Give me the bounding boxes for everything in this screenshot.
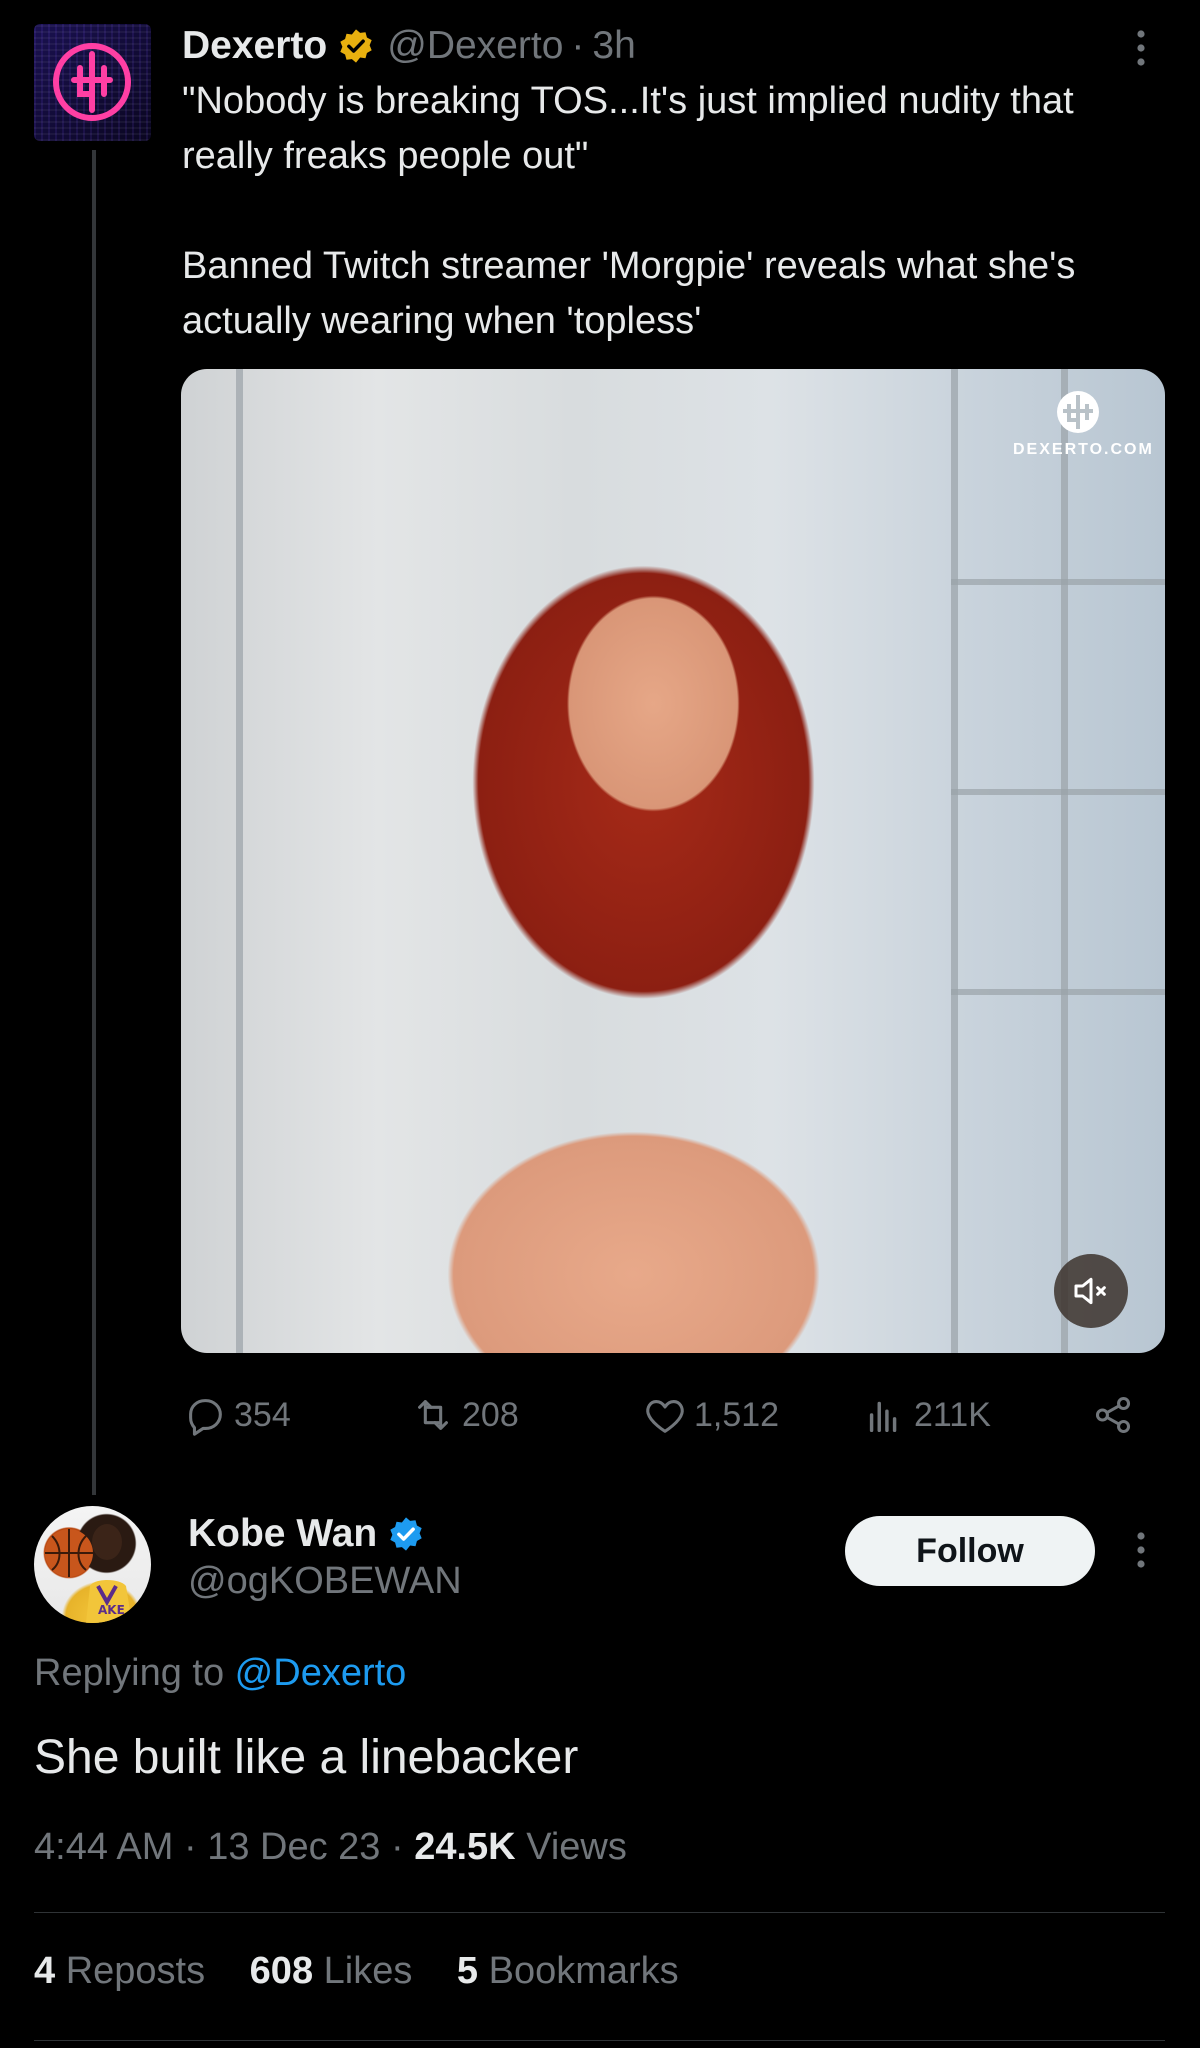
reposts-stat[interactable]: 4 Reposts bbox=[34, 1950, 216, 1992]
reply-action[interactable]: 354 bbox=[182, 1385, 291, 1445]
like-action[interactable]: 1,512 bbox=[642, 1385, 779, 1445]
more-options-icon[interactable] bbox=[1126, 26, 1156, 70]
bookmarks-stat[interactable]: 5 Bookmarks bbox=[457, 1950, 679, 1992]
divider bbox=[34, 1912, 1165, 1913]
tweet-video[interactable]: DEXERTO.COM bbox=[181, 369, 1165, 1353]
reply-meta: 4:44 AM · 13 Dec 23 · 24.5K Views bbox=[34, 1826, 627, 1869]
share-action[interactable] bbox=[1090, 1385, 1142, 1445]
separator-dot: · bbox=[571, 24, 585, 67]
dexerto-watermark-logo-icon bbox=[1057, 391, 1099, 433]
thread-line bbox=[92, 150, 96, 1495]
heart-icon bbox=[646, 1400, 684, 1433]
reply-icon bbox=[189, 1399, 222, 1436]
replying-to-line: Replying to @Dexerto bbox=[34, 1652, 406, 1695]
likes-label: Likes bbox=[323, 1950, 413, 1992]
reply-more-options-icon[interactable] bbox=[1126, 1528, 1156, 1572]
likes-count: 608 bbox=[249, 1950, 314, 1992]
reposts-count: 4 bbox=[34, 1950, 56, 1992]
tweet-action-bar: 354 208 1,512 211K bbox=[182, 1385, 1142, 1445]
reply-views-label: Views bbox=[526, 1826, 627, 1868]
repost-count: 208 bbox=[462, 1395, 519, 1434]
parent-timestamp[interactable]: 3h bbox=[592, 24, 635, 68]
separator-dot: · bbox=[391, 1826, 404, 1868]
avatar-basketball-player-icon: AKE bbox=[45, 1524, 132, 1623]
watermark-text: DEXERTO.COM bbox=[1013, 441, 1154, 458]
parent-tweet-text: "Nobody is breaking TOS...It's just impl… bbox=[182, 74, 1142, 349]
reposts-label: Reposts bbox=[65, 1950, 206, 1992]
bookmarks-label: Bookmarks bbox=[488, 1950, 679, 1992]
divider bbox=[34, 2040, 1165, 2041]
reply-text: She built like a linebacker bbox=[34, 1731, 579, 1784]
share-icon bbox=[1095, 1396, 1131, 1434]
reply-count: 354 bbox=[234, 1395, 291, 1434]
parent-tweet-headline: Banned Twitch streamer 'Morgpie' reveals… bbox=[182, 245, 1076, 342]
follow-button[interactable]: Follow bbox=[845, 1516, 1095, 1586]
repost-icon bbox=[418, 1400, 448, 1430]
parent-tweet-quote: "Nobody is breaking TOS...It's just impl… bbox=[182, 80, 1074, 177]
reply-views-count: 24.5K bbox=[414, 1826, 516, 1868]
reply-time[interactable]: 4:44 AM bbox=[34, 1826, 173, 1868]
like-count: 1,512 bbox=[694, 1395, 780, 1434]
separator-dot: · bbox=[183, 1826, 197, 1868]
kobe-wan-avatar[interactable]: AKE bbox=[34, 1506, 151, 1623]
svg-text:AKE: AKE bbox=[98, 1603, 125, 1617]
likes-stat[interactable]: 608 Likes bbox=[250, 1950, 423, 1992]
parent-handle[interactable]: @Dexerto bbox=[387, 24, 563, 68]
mute-button[interactable] bbox=[1054, 1254, 1128, 1328]
parent-author-name[interactable]: Dexerto bbox=[182, 24, 327, 68]
analytics-icon bbox=[869, 1401, 897, 1433]
gold-verified-badge-icon[interactable] bbox=[337, 27, 375, 65]
reply-author-name[interactable]: Kobe Wan bbox=[188, 1512, 377, 1556]
reply-handle[interactable]: @ogKOBEWAN bbox=[188, 1560, 462, 1603]
volume-muted-icon bbox=[1074, 1277, 1106, 1305]
blue-verified-badge-icon[interactable] bbox=[387, 1515, 425, 1553]
parent-author-row: Dexerto @Dexerto · 3h bbox=[182, 18, 636, 74]
reply-author-row: Kobe Wan bbox=[188, 1508, 425, 1560]
bookmarks-count: 5 bbox=[456, 1950, 479, 1992]
dexerto-watermark: DEXERTO.COM bbox=[1013, 387, 1154, 459]
replying-to-link[interactable]: @Dexerto bbox=[235, 1652, 407, 1694]
replying-to-prefix: Replying to bbox=[34, 1652, 235, 1694]
view-count: 211K bbox=[914, 1395, 991, 1434]
dexerto-avatar[interactable] bbox=[34, 24, 151, 141]
views-action[interactable]: 211K bbox=[862, 1385, 991, 1445]
dexerto-logo-icon bbox=[53, 43, 131, 121]
reply-stats: 4 Reposts 608 Likes 5 Bookmarks bbox=[34, 1950, 713, 1993]
repost-action[interactable]: 208 bbox=[410, 1385, 519, 1445]
reply-date[interactable]: 13 Dec 23 bbox=[207, 1826, 380, 1868]
